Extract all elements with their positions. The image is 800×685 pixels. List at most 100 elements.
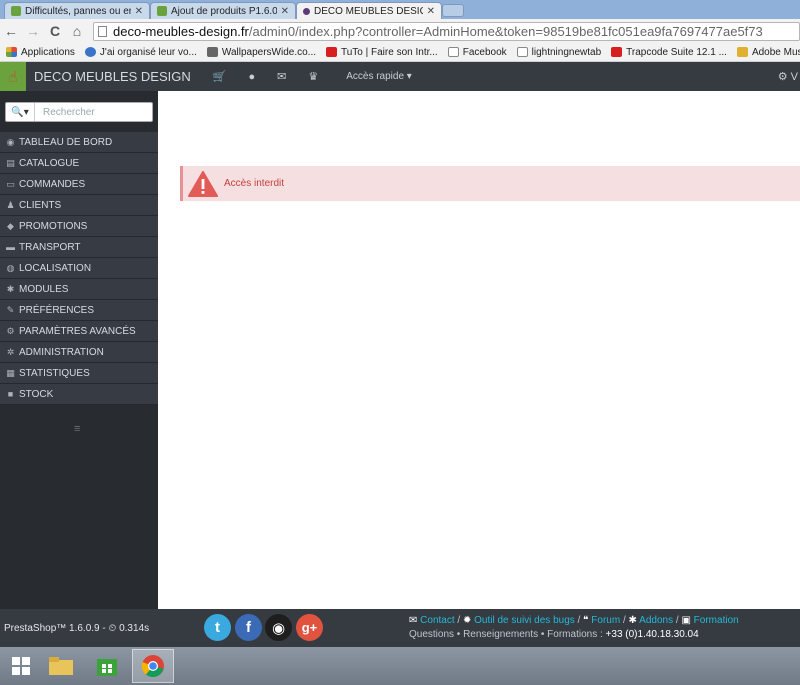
reload-icon[interactable]: C — [44, 23, 66, 39]
youtube-icon — [611, 47, 623, 57]
sidebar-item-label: STATISTIQUES — [19, 367, 90, 379]
sidebar-item-transport[interactable]: ▬ TRANSPORT — [0, 237, 158, 258]
close-icon[interactable]: ✕ — [281, 6, 289, 17]
sidebar-item-preferences[interactable]: ✎ PRÉFÉRENCES — [0, 300, 158, 321]
envelope-icon[interactable]: ✉ — [277, 70, 286, 83]
tab-favicon-icon — [157, 6, 167, 16]
sidebar-item-tableau-de-bord[interactable]: ◉ TABLEAU DE BORD — [0, 132, 158, 153]
header-right-label: V — [790, 71, 798, 83]
footer-link-forum[interactable]: Forum — [591, 615, 620, 626]
shop-name[interactable]: DECO MEUBLES DESIGN — [34, 69, 191, 84]
warning-icon — [188, 170, 218, 197]
book-icon: ▤ — [6, 157, 15, 168]
sidebar-item-label: LOCALISATION — [19, 262, 92, 274]
footer-contact-text: Questions • Renseignements • Formations … — [409, 629, 606, 640]
sidebar-item-promotions[interactable]: ◆ PROMOTIONS — [0, 216, 158, 237]
sidebar-item-clients[interactable]: ♟ CLIENTS — [0, 195, 158, 216]
bookmark-item[interactable]: Adobe Muse : Les in... — [736, 47, 800, 58]
url-host: deco-meubles-design.fr — [113, 24, 249, 39]
twitter-icon[interactable]: t — [204, 614, 231, 641]
quick-access-dropdown[interactable]: Accès rapide ▾ — [346, 71, 412, 82]
windows-start-icon[interactable] — [0, 649, 42, 683]
footer-link-addons[interactable]: Addons — [639, 615, 673, 626]
bookmark-item[interactable]: WallpapersWide.co... — [206, 46, 316, 58]
users-icon: ♟ — [6, 199, 15, 210]
windows-taskbar — [0, 647, 800, 685]
bookmark-item[interactable]: J'ai organisé leur vo... — [84, 46, 197, 58]
tab-favicon-icon — [303, 7, 310, 15]
bookmark-applications[interactable]: Applications — [6, 47, 75, 58]
windows-store-icon[interactable] — [86, 649, 128, 683]
close-icon[interactable]: ✕ — [427, 6, 435, 17]
facebook-icon[interactable]: f — [235, 614, 262, 641]
browser-tab-2[interactable]: DECO MEUBLES DESIGN ✕ — [296, 2, 442, 19]
sidebar-item-localisation[interactable]: ◍ LOCALISATION — [0, 258, 158, 279]
dashboard-icon: ◉ — [6, 136, 15, 147]
search-type-button[interactable]: 🔍▾ — [6, 103, 35, 121]
sidebar-item-stock[interactable]: ■ STOCK — [0, 384, 158, 405]
back-arrow-icon[interactable]: ← — [0, 23, 22, 39]
sidebar-item-parametres-avances[interactable]: ⚙ PARAMÈTRES AVANCÉS — [0, 321, 158, 342]
sidebar-item-statistiques[interactable]: ▦ STATISTIQUES — [0, 363, 158, 384]
bookmark-label: lightningnewtab — [531, 46, 602, 58]
bookmark-label: WallpapersWide.co... — [221, 46, 316, 58]
footer-link-formation[interactable]: Formation — [694, 615, 739, 626]
footer-link-bug-tracker[interactable]: Outil de suivi des bugs — [474, 615, 575, 626]
book-icon: ▣ — [681, 615, 691, 626]
bookmark-item[interactable]: Facebook — [447, 46, 507, 58]
new-tab-button[interactable] — [442, 4, 464, 17]
footer-link-contact[interactable]: Contact — [420, 615, 454, 626]
load-time: ⏲ 0.314s — [108, 623, 150, 634]
bookmark-label: TuTo | Faire son Intr... — [341, 46, 438, 58]
footer-contact-line: Questions • Renseignements • Formations … — [409, 629, 699, 640]
browser-tab-1[interactable]: Ajout de produits P1.6.0.9 ✕ — [150, 2, 296, 19]
adobe-muse-icon — [736, 47, 748, 57]
bookmark-item[interactable]: Trapcode Suite 12.1 ... — [611, 47, 727, 58]
youtube-icon — [326, 47, 337, 57]
separator: / — [620, 615, 629, 626]
github-icon[interactable]: ◉ — [265, 614, 292, 641]
sidebar-item-catalogue[interactable]: ▤ CATALOGUE — [0, 153, 158, 174]
alert-message: Accès interdit — [224, 178, 285, 189]
file-explorer-icon[interactable] — [40, 649, 82, 683]
sidebar-item-modules[interactable]: ✱ MODULES — [0, 279, 158, 300]
comments-icon: ❝ — [583, 615, 589, 626]
sidebar-item-label: TRANSPORT — [19, 241, 81, 253]
prestashop-logo[interactable]: ☝ — [0, 62, 26, 91]
bookmark-label: Facebook — [462, 46, 507, 58]
tab-title: Difficultés, pannes ou erre — [25, 5, 131, 17]
forward-arrow-icon[interactable]: → — [22, 23, 44, 39]
page-icon — [516, 47, 528, 57]
google-plus-icon[interactable]: g+ — [296, 614, 323, 641]
search-input[interactable]: Rechercher — [43, 107, 95, 118]
credit-card-icon: ▭ — [6, 178, 15, 189]
sidebar-search: 🔍▾ Rechercher — [5, 102, 153, 122]
tag-icon: ◆ — [7, 220, 14, 231]
sidebar-item-label: COMMANDES — [19, 178, 86, 190]
truck-icon: ▬ — [6, 242, 15, 252]
chrome-icon[interactable] — [132, 649, 174, 683]
bookmark-label: J'ai organisé leur vo... — [99, 46, 197, 58]
bookmark-item[interactable]: lightningnewtab — [516, 46, 602, 58]
address-bar[interactable]: deco-meubles-design.fr/admin0/index.php?… — [93, 22, 800, 41]
browser-tab-0[interactable]: Difficultés, pannes ou erre ✕ — [4, 2, 150, 19]
settings-gear-icon[interactable]: ⚙ V — [778, 70, 798, 83]
menu-collapse-icon[interactable]: ≡ — [74, 423, 80, 435]
sidebar-item-label: STOCK — [19, 388, 54, 400]
sidebar-item-administration[interactable]: ✲ ADMINISTRATION — [0, 342, 158, 363]
close-icon[interactable]: ✕ — [135, 6, 143, 17]
gear-icon: ✲ — [6, 346, 15, 357]
bookmark-item[interactable]: TuTo | Faire son Intr... — [326, 47, 438, 58]
version-label: PrestaShop™ 1.6.0.9 - — [4, 623, 109, 634]
bug-icon: ✹ — [462, 615, 472, 626]
page-icon — [447, 47, 459, 57]
user-icon[interactable]: ● — [248, 71, 255, 83]
sidebar-item-label: PRÉFÉRENCES — [19, 304, 95, 316]
sidebar-item-commandes[interactable]: ▭ COMMANDES — [0, 174, 158, 195]
home-icon[interactable]: ⌂ — [66, 23, 88, 39]
cart-icon[interactable]: 🛒 — [213, 70, 227, 83]
admin-footer: PrestaShop™ 1.6.0.9 - ⏲ 0.314s t f ◉ g+ … — [0, 609, 800, 647]
trophy-icon[interactable]: ♛ — [308, 70, 318, 83]
cogs-icon: ⚙ — [6, 325, 15, 336]
admin-header: ☝ DECO MEUBLES DESIGN 🛒 ● ✉ ♛ Accès rapi… — [0, 62, 800, 91]
